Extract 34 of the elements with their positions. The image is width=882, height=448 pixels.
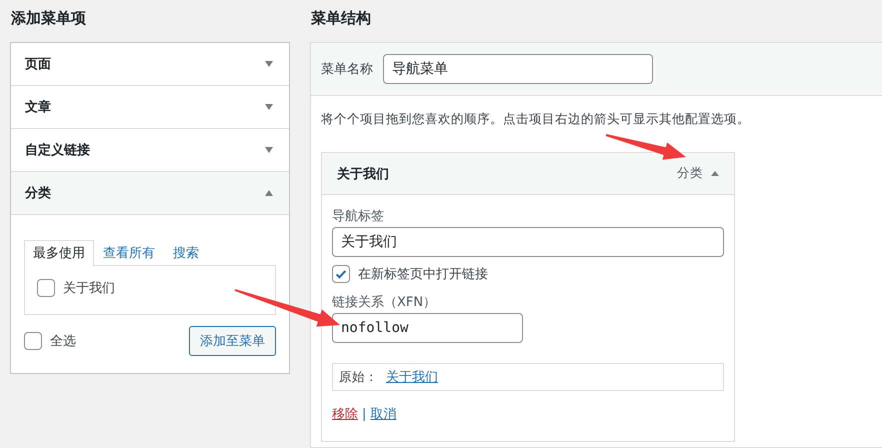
caret-icon xyxy=(265,190,273,196)
checkbox[interactable] xyxy=(37,279,55,297)
item-type-label: 分类 xyxy=(677,165,703,182)
checkbox-label: 全选 xyxy=(50,333,76,350)
navigation-label-field[interactable]: 关于我们 xyxy=(332,227,724,257)
tab[interactable]: 搜索 xyxy=(164,240,208,265)
tab[interactable]: 查看所有 xyxy=(94,240,164,265)
field-label: 链接关系（XFN） xyxy=(332,294,436,311)
checkbox-label: 在新标签页中打开链接 xyxy=(358,266,488,283)
field-label: 菜单名称 xyxy=(321,61,373,78)
accordion-header[interactable]: 页面 xyxy=(11,43,289,86)
section-heading: 菜单结构 xyxy=(310,8,372,29)
caret-icon xyxy=(265,61,273,67)
xfn-field[interactable]: nofollow xyxy=(332,313,523,343)
field-label: 导航标签 xyxy=(332,208,384,225)
checkbox-label: 关于我们 xyxy=(63,280,115,297)
add-to-menu-button[interactable]: 添加至菜单 xyxy=(189,326,276,356)
caret-icon xyxy=(265,104,273,110)
checkbox[interactable] xyxy=(332,265,350,283)
remove-link[interactable]: 移除 xyxy=(332,405,358,423)
tab[interactable]: 最多使用 xyxy=(24,240,94,266)
toggle-caret-icon[interactable] xyxy=(711,171,719,176)
accordion-header[interactable]: 文章 xyxy=(11,86,289,129)
original-label: 原始： xyxy=(339,368,378,386)
accordion-header[interactable]: 分类 xyxy=(11,172,289,215)
menu-item-title: 关于我们 xyxy=(337,166,389,182)
checkbox[interactable] xyxy=(24,332,42,350)
original-link[interactable]: 关于我们 xyxy=(386,368,438,386)
menu-name-field[interactable]: 导航菜单 xyxy=(383,54,653,84)
cancel-link[interactable]: 取消 xyxy=(370,405,396,423)
caret-icon xyxy=(265,147,273,153)
separator: | xyxy=(362,406,366,422)
instructions-text: 将个个项目拖到您喜欢的顺序。点击项目右边的箭头可显示其他配置选项。 xyxy=(321,110,750,128)
section-heading: 添加菜单项 xyxy=(10,8,87,29)
